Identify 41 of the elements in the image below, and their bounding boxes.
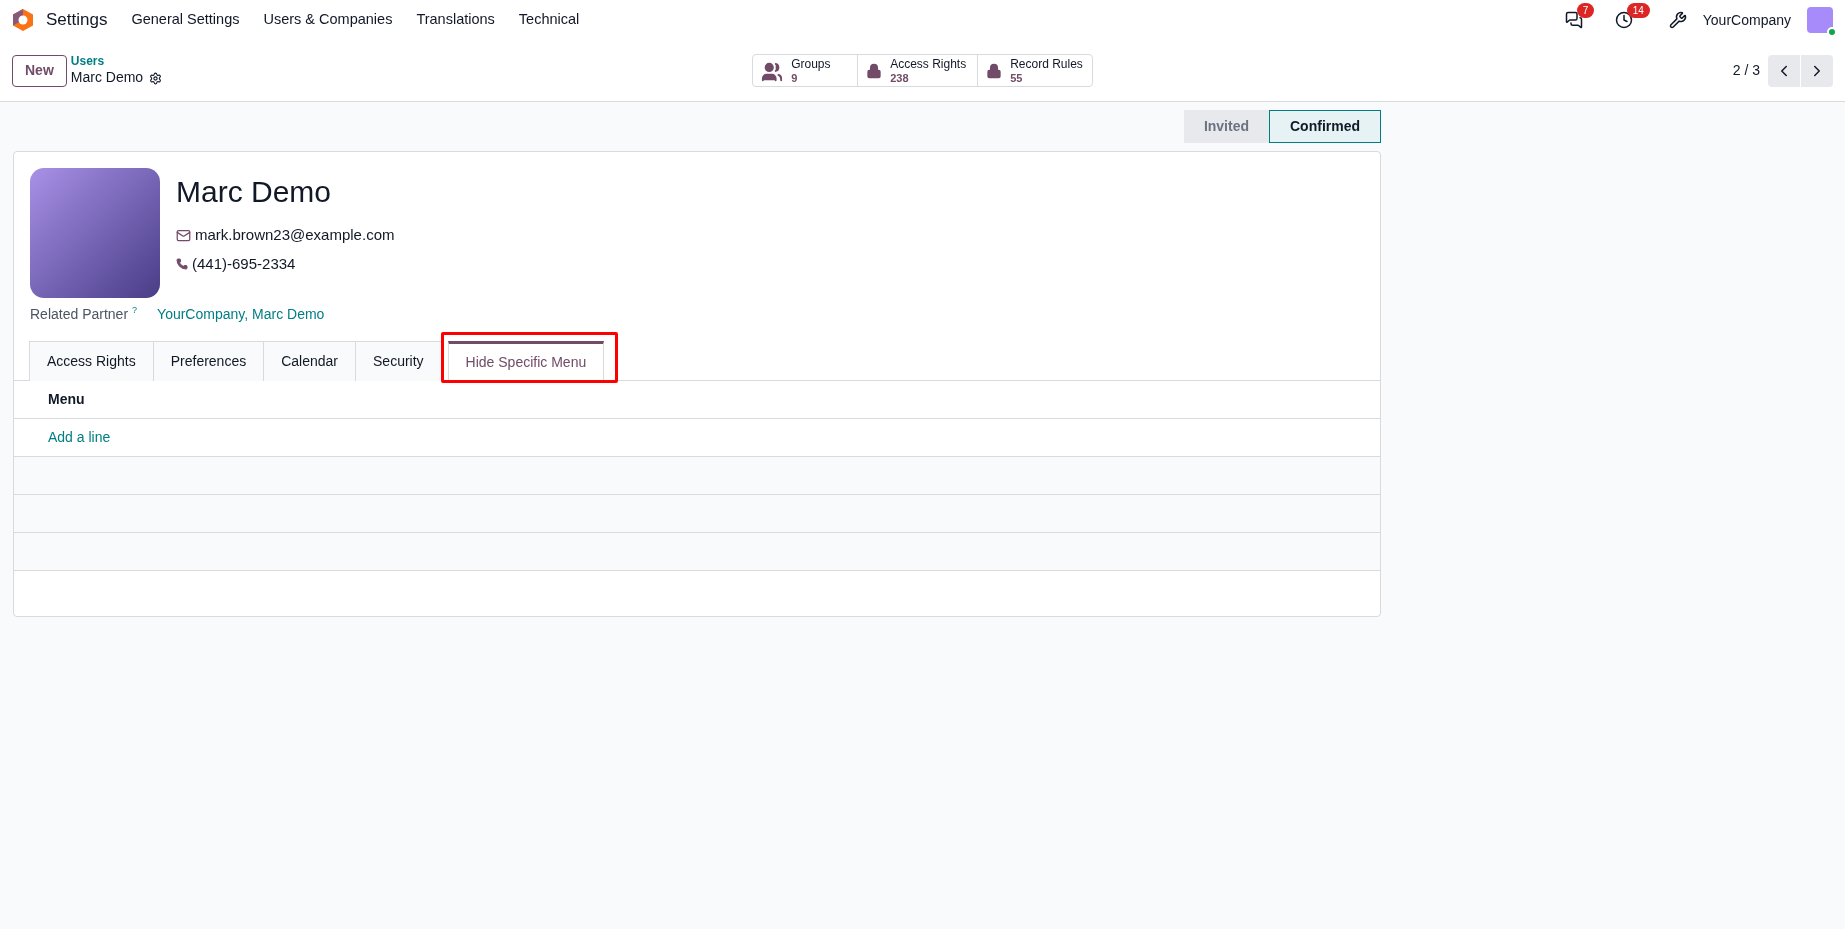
app-logo-icon[interactable] <box>12 8 34 32</box>
notification-badge: 14 <box>1626 3 1650 18</box>
phone-icon <box>176 257 188 270</box>
email-icon <box>176 227 191 243</box>
avatar-placeholder[interactable] <box>30 168 160 298</box>
add-line-link[interactable]: Add a line <box>48 427 111 448</box>
settings-icon[interactable] <box>149 71 163 85</box>
tab[interactable]: Access Rights <box>29 341 154 381</box>
pager-value: 2 / 3 <box>1732 61 1760 80</box>
notification-badge: 7 <box>1576 3 1595 18</box>
lock-icon <box>986 63 1003 79</box>
menu-item[interactable]: General Settings <box>131 9 240 31</box>
record-title: Marc Demo <box>70 69 144 87</box>
column-header[interactable]: Menu <box>48 389 85 410</box>
tab[interactable]: Calendar <box>263 341 356 381</box>
app-title[interactable]: Settings <box>46 7 108 33</box>
smart-button[interactable]: Record Rules 55 <box>977 55 1093 86</box>
menu-item[interactable]: Technical <box>518 9 580 31</box>
new-button[interactable]: New <box>12 54 67 87</box>
status-stage[interactable]: Confirmed <box>1269 110 1381 143</box>
activity-clock-icon[interactable] <box>1614 11 1633 29</box>
messages-icon[interactable] <box>1564 11 1583 29</box>
tab[interactable]: Hide Specific Menu <box>447 341 605 381</box>
lock-icon <box>866 63 883 79</box>
field-label: Related Partner <box>30 305 129 324</box>
menu-item[interactable]: Translations <box>416 9 495 31</box>
user-name: Marc Demo <box>176 174 333 210</box>
breadcrumb-link[interactable]: Users <box>70 54 163 70</box>
help-marker[interactable]: ? <box>132 304 138 318</box>
menu-item[interactable]: Users & Companies <box>263 9 393 31</box>
smart-button[interactable]: Access Rights 238 <box>857 55 978 86</box>
tools-icon[interactable] <box>1668 11 1687 29</box>
smart-button[interactable]: Groups 9 <box>753 55 858 86</box>
phone-value: (441)-695-2334 <box>192 253 296 274</box>
related-partner-link[interactable]: YourCompany, Marc Demo <box>157 304 325 325</box>
tab[interactable]: Security <box>355 341 442 381</box>
email-value: mark.brown23@example.com <box>195 225 395 245</box>
tab[interactable]: Preferences <box>152 341 265 381</box>
company-name[interactable]: YourCompany <box>1702 9 1791 31</box>
users-icon <box>761 61 784 83</box>
status-stage[interactable]: Invited <box>1183 110 1269 143</box>
